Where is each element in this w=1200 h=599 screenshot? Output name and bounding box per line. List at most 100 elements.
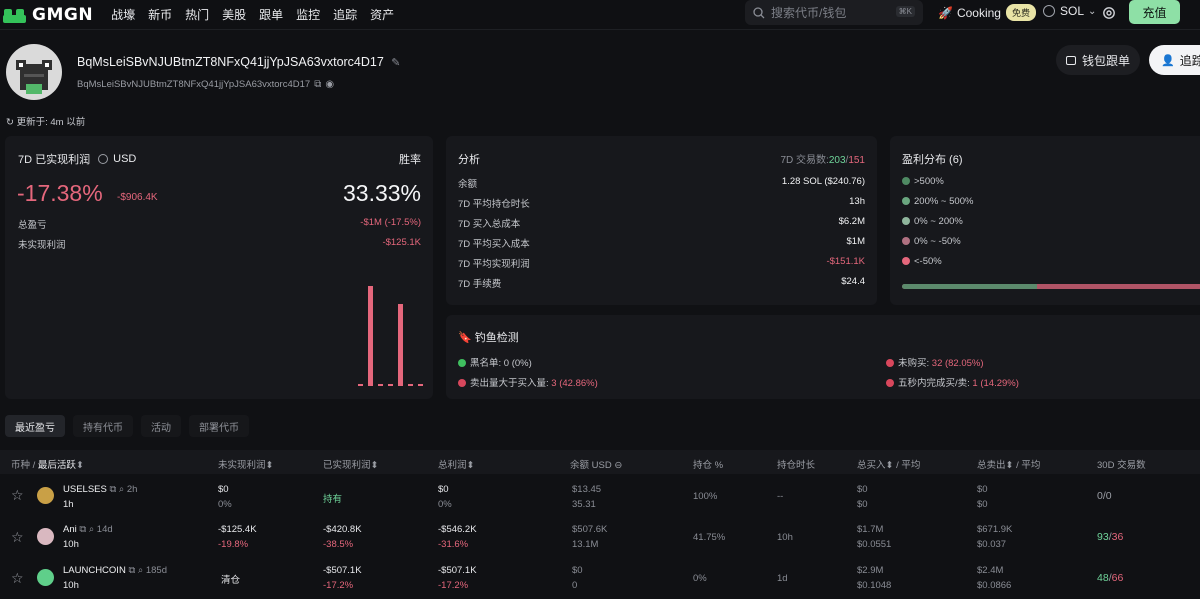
col-unrealized[interactable]: 未实现利润⬍ [218,457,273,471]
trades-buy: 203 [828,155,846,166]
analysis-row-value: 1.28 SOL ($240.76) [781,176,865,187]
nav-item-track[interactable]: 追踪 [333,6,357,23]
col-total-sell[interactable]: 总卖出⬍ / 平均 [977,457,1040,471]
wallet-copy-trade-button[interactable]: 钱包跟单 [1056,45,1140,75]
win-rate: 33.33% [342,180,421,206]
nav-item-assets[interactable]: 资产 [370,6,394,23]
copy-icon[interactable]: ⧉ [128,565,135,576]
sol-coin-icon [1043,5,1055,17]
balance-usd: $13.45 [572,484,602,495]
position-pct: 41.75% [693,532,726,543]
follow-button[interactable]: 👤 追踪 [1149,45,1200,75]
distribution-label: 200% ~ 500% [914,196,974,207]
edit-icon[interactable]: ✎ [391,57,400,69]
tab-deployed[interactable]: 部署代币 [189,415,249,437]
nav-item-copy-trade[interactable]: 跟单 [259,6,283,23]
phishing-title: 钓鱼检测 [474,332,519,344]
star-icon[interactable]: ☆ [11,529,24,546]
nav-item-trending[interactable]: 热门 [185,6,209,23]
copy-icon[interactable]: ⧉ [79,524,86,535]
token-name[interactable]: LAUNCHCOIN [63,565,126,576]
gear-icon[interactable] [1102,6,1116,20]
total-pct: -17.2% [438,580,469,591]
total-sell: $0 [977,484,988,495]
tab-recent-pnl[interactable]: 最近盈亏 [5,415,65,437]
tab-holdings[interactable]: 持有代币 [73,415,133,437]
analysis-row-label: 7D 平均买入成本 [458,239,530,250]
total-pnl-label: 总盈亏 [18,220,47,231]
col-last-active-label[interactable]: 最后活跃 [38,460,76,471]
star-icon[interactable]: ☆ [11,487,24,504]
unrealized-pct: 0% [218,499,232,510]
analysis-row-label: 7D 平均持仓时长 [458,199,530,210]
logo[interactable]: GMGN [2,5,93,25]
nav-item-us-stocks[interactable]: 美股 [222,6,246,23]
hold-time: -- [777,491,784,502]
chain-selector[interactable]: SOL ⌄ [1043,4,1096,18]
distribution-item: 0% ~ -50% [902,236,961,247]
cooking-button[interactable]: 🚀 Cooking 免费 [938,4,1036,21]
copy-icon[interactable]: ⧉ [314,79,321,90]
search-icon[interactable]: ⌕ [119,484,124,495]
col-total[interactable]: 总利润⬍ [438,457,474,471]
pnl-card-header: 7D 已实现利润 USD [18,151,136,167]
usd-toggle-icon[interactable] [98,154,109,164]
search-placeholder: 搜索代币/钱包 [771,6,847,20]
nav-item-trenches[interactable]: 战壕 [111,6,135,23]
blacklist-stat: 黑名单: 0 (0%) [458,355,532,369]
analysis-row-value: $24.4 [841,276,865,287]
balance-usd: $0 [572,565,583,576]
search-icon[interactable]: ⌕ [89,524,94,535]
realized-value: 持有 [323,494,343,505]
search-input[interactable]: 搜索代币/钱包 ⌘K [745,0,923,25]
col-token[interactable]: 币种 / 最后活跃⬍ [11,457,84,471]
trades-30d: 48/66 [1097,572,1124,584]
distribution-label: 0% ~ -50% [914,236,961,247]
wallet-address-short: BqMsLeiSBvNJUBtmZT8NFxQ41jjYpJSA63vxtorc… [77,79,311,90]
copy-icon[interactable]: ⧉ [109,484,116,495]
col-balance-unit[interactable]: USD [592,460,612,471]
solscan-icon[interactable]: ◉ [325,79,334,90]
last-active: 10h [63,580,79,591]
sort-icon[interactable]: ⬍ [76,460,84,471]
unrealized-value: 清仓 [221,575,241,586]
currency-toggle-icon[interactable]: ⊖ [614,460,622,471]
recharge-button[interactable]: 充值 [1129,0,1180,24]
col-balance[interactable]: 余额 USD ⊖ [570,457,622,471]
col-token-label: 币种 / [11,460,38,471]
legend-dot [902,217,910,225]
distribution-bar-positive [902,284,1037,289]
token-age: 14d [96,524,113,535]
sort-icon: ⬍ [466,460,475,471]
total-pct: 0% [438,499,452,510]
total-buy: $2.9M [857,565,884,576]
follow-label: 追踪 [1179,53,1200,68]
distribution-item: 200% ~ 500% [902,196,973,207]
col-total-buy[interactable]: 总买入⬍ / 平均 [857,457,920,471]
sell-avg: $0.037 [977,539,1007,550]
analysis-row-label: 7D 买入总成本 [458,219,521,230]
col-realized[interactable]: 已实现利润⬍ [323,457,378,471]
phishing-header: 🔖 钓鱼检测 [458,329,519,345]
currency-label[interactable]: USD [113,153,136,165]
tab-activity[interactable]: 活动 [141,415,181,437]
token-name-line: Ani ⧉ ⌕ 14d [63,524,113,535]
col-total-label: 总利润 [438,460,467,471]
nav-item-monitor[interactable]: 监控 [296,6,320,23]
star-icon[interactable]: ☆ [11,570,24,587]
refresh-icon[interactable]: ↻ [6,117,14,128]
analysis-row-value: -$151.1K [826,256,865,267]
nav-item-new[interactable]: 新币 [148,6,172,23]
token-name[interactable]: Ani [63,524,77,535]
token-name[interactable]: USELSES [63,484,107,495]
pnl-bar-chart [350,276,425,386]
unrealized-value: -$125.4K [218,524,257,535]
rocket-icon: 🚀 [938,5,953,20]
updated-text: 更新于: 4m 以前 [16,117,86,128]
not-bought-value: 32 (82.05%) [931,358,984,369]
total-sell: $671.9K [977,524,1013,535]
search-icon[interactable]: ⌕ [138,565,143,576]
fast-trade-label: 五秒内完成买/卖: [898,378,970,389]
unrealized-pct: -19.8% [218,539,249,550]
hold-time: 10h [777,532,793,543]
